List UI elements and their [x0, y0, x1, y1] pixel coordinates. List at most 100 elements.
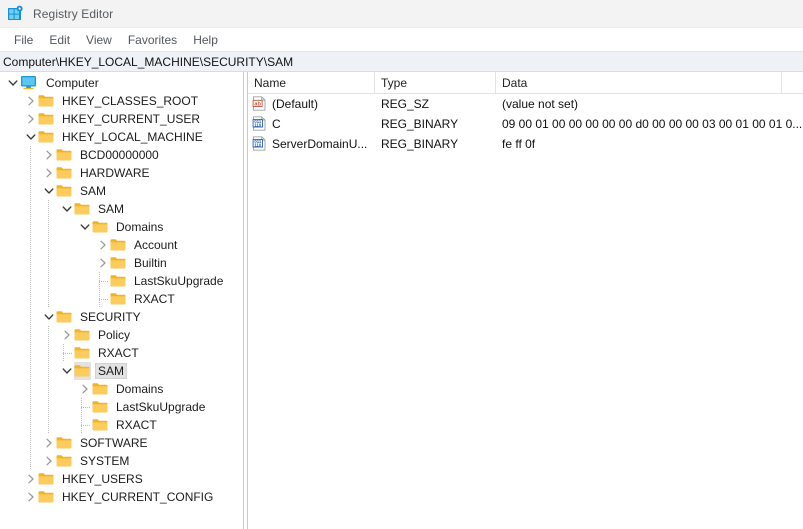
tree-indent-spacer	[0, 164, 42, 182]
menu-item-edit[interactable]: Edit	[41, 31, 78, 49]
menu-item-favorites[interactable]: Favorites	[120, 31, 185, 49]
value-type-cell: REG_BINARY	[381, 117, 459, 131]
tree-item-account[interactable]: Account	[0, 236, 243, 254]
value-name-cell: 011 110 C	[248, 116, 375, 132]
tree-item-bcd00000000[interactable]: BCD00000000	[0, 146, 243, 164]
tree-item-policy[interactable]: Policy	[0, 326, 243, 344]
tree-item-security[interactable]: SECURITY	[0, 308, 243, 326]
menu-item-help[interactable]: Help	[185, 31, 226, 49]
tree-item-label: Builtin	[134, 256, 167, 270]
tree-item-label: RXACT	[98, 346, 139, 360]
folder-icon	[74, 200, 91, 218]
chevron-down-icon[interactable]	[60, 200, 74, 218]
tree-item-hardware[interactable]: HARDWARE	[0, 164, 243, 182]
values-list: ab (Default) REG_SZ (value not set) 011 110 C R…	[248, 94, 803, 154]
registry-editor-icon	[6, 5, 24, 23]
tree-item-hkey-current-user[interactable]: HKEY_CURRENT_USER	[0, 110, 243, 128]
value-data-cell: (value not set)	[502, 97, 579, 111]
chevron-down-icon[interactable]	[78, 218, 92, 236]
menu-item-file[interactable]: File	[6, 31, 41, 49]
tree-indent-spacer	[0, 326, 60, 344]
tree-indent-spacer	[0, 200, 60, 218]
chevron-down-icon[interactable]	[6, 74, 20, 92]
folder-icon	[92, 380, 109, 398]
chevron-down-icon[interactable]	[42, 182, 56, 200]
tree-item-computer[interactable]: Computer	[0, 74, 243, 92]
folder-icon	[56, 146, 73, 164]
tree-item-label: BCD00000000	[80, 148, 159, 162]
tree-item-label: LastSkuUpgrade	[116, 400, 206, 414]
value-name-cell: ab (Default)	[248, 96, 375, 112]
chevron-down-icon[interactable]	[42, 308, 56, 326]
tree-item-hkey-classes-root[interactable]: HKEY_CLASSES_ROOT	[0, 92, 243, 110]
chevron-right-icon[interactable]	[96, 254, 110, 272]
tree-item-software[interactable]: SOFTWARE	[0, 434, 243, 452]
chevron-right-icon[interactable]	[42, 146, 56, 164]
chevron-right-icon[interactable]	[24, 92, 38, 110]
tree-item-hkey-local-machine[interactable]: HKEY_LOCAL_MACHINE	[0, 128, 243, 146]
folder-icon	[110, 290, 127, 308]
chevron-right-icon[interactable]	[42, 164, 56, 182]
chevron-down-icon[interactable]	[60, 362, 74, 380]
tree-item-label: Policy	[98, 328, 131, 342]
binary-value-icon: 011 110	[252, 116, 268, 132]
chevron-right-icon[interactable]	[42, 434, 56, 452]
column-header-filler	[782, 72, 803, 93]
tree-indent-spacer	[0, 398, 78, 416]
folder-icon	[74, 326, 91, 344]
tree-item-domains[interactable]: Domains	[0, 218, 243, 236]
tree-item-domains[interactable]: Domains	[0, 380, 243, 398]
value-row[interactable]: ab (Default) REG_SZ (value not set)	[248, 94, 803, 114]
string-value-icon: ab	[252, 96, 268, 112]
chevron-right-icon[interactable]	[78, 380, 92, 398]
tree-item-sam[interactable]: SAM	[0, 362, 243, 380]
column-header-type[interactable]: Type	[375, 72, 496, 93]
menu-item-view[interactable]: View	[78, 31, 120, 49]
tree-item-system[interactable]: SYSTEM	[0, 452, 243, 470]
folder-icon	[110, 272, 127, 290]
tree-item-sam[interactable]: SAM	[0, 182, 243, 200]
tree-item-rxact[interactable]: RXACT	[0, 416, 243, 434]
chevron-right-icon[interactable]	[96, 236, 110, 254]
chevron-down-icon[interactable]	[24, 128, 38, 146]
tree-item-sam[interactable]: SAM	[0, 200, 243, 218]
chevron-right-icon[interactable]	[60, 326, 74, 344]
tree-item-label: SAM	[80, 184, 107, 198]
registry-tree-pane[interactable]: Computer HKEY_CLASSES_ROOT HKEY_CURRENT_US…	[0, 72, 243, 529]
tree-indent-spacer	[0, 416, 78, 434]
menu-bar: File Edit View Favorites Help	[0, 28, 803, 52]
folder-icon	[38, 110, 55, 128]
tree-item-rxact[interactable]: RXACT	[0, 344, 243, 362]
tree-item-label: SECURITY	[80, 310, 141, 324]
window-title: Registry Editor	[33, 6, 114, 21]
tree-item-lastskuupgrade[interactable]: LastSkuUpgrade	[0, 272, 243, 290]
folder-icon	[56, 308, 73, 326]
address-bar[interactable]: Computer\HKEY_LOCAL_MACHINE\SECURITY\SAM	[0, 52, 803, 72]
binary-value-icon: 011 110	[252, 136, 268, 152]
tree-indent-spacer	[0, 452, 42, 470]
chevron-placeholder	[96, 272, 110, 290]
tree-indent-spacer	[0, 218, 78, 236]
folder-icon	[56, 164, 73, 182]
tree-item-label: Domains	[116, 382, 164, 396]
tree-item-rxact[interactable]: RXACT	[0, 290, 243, 308]
values-list-header: Name Type Data	[248, 72, 803, 94]
value-row[interactable]: 011 110 ServerDomainU... REG_BINARY fe ff 0f	[248, 134, 803, 154]
chevron-right-icon[interactable]	[24, 488, 38, 506]
tree-item-builtin[interactable]: Builtin	[0, 254, 243, 272]
column-header-name[interactable]: Name	[248, 72, 375, 93]
value-row[interactable]: 011 110 C REG_BINARY 09 00 01 00 00 00 00 00…	[248, 114, 803, 134]
chevron-placeholder	[96, 290, 110, 308]
folder-icon	[92, 416, 109, 434]
tree-item-label: HKEY_CURRENT_USER	[62, 112, 201, 126]
chevron-right-icon[interactable]	[24, 110, 38, 128]
chevron-right-icon[interactable]	[24, 470, 38, 488]
tree-item-hkey-users[interactable]: HKEY_USERS	[0, 470, 243, 488]
tree-item-hkey-current-config[interactable]: HKEY_CURRENT_CONFIG	[0, 488, 243, 506]
registry-values-pane: Name Type Data ab (Default) REG_SZ (value n…	[248, 72, 803, 529]
tree-item-label: Domains	[116, 220, 164, 234]
tree-indent-spacer	[0, 92, 24, 110]
column-header-data[interactable]: Data	[496, 72, 782, 93]
tree-item-lastskuupgrade[interactable]: LastSkuUpgrade	[0, 398, 243, 416]
chevron-right-icon[interactable]	[42, 452, 56, 470]
